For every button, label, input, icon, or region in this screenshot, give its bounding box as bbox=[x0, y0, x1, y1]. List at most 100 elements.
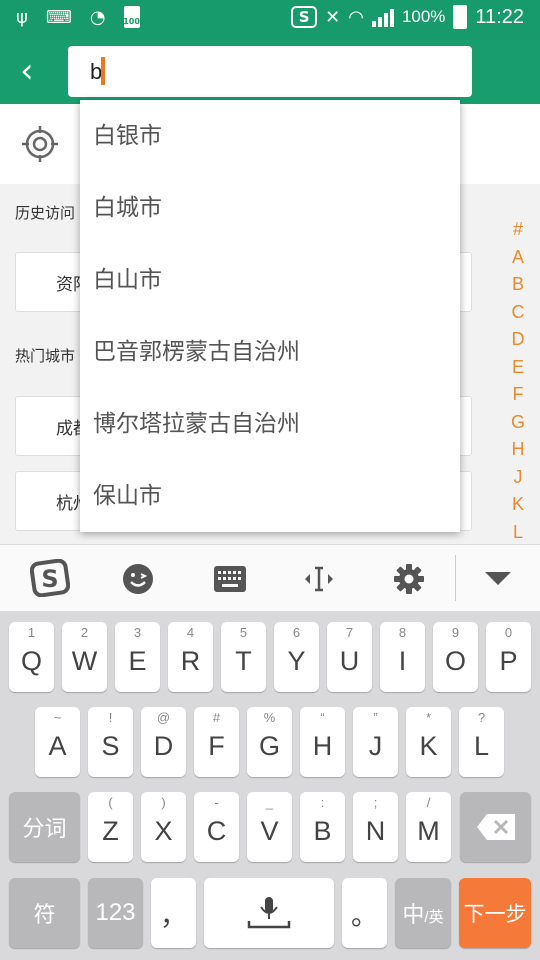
key-label: U bbox=[339, 645, 360, 676]
next-step-key[interactable]: 下一步 bbox=[459, 878, 531, 948]
battery-small-label: 100 bbox=[123, 17, 140, 26]
suggestion-dropdown: 白银市 白城市 白山市 巴音郭楞蒙古自治州 博尔塔拉蒙古自治州 保山市 bbox=[80, 100, 460, 532]
letter-key[interactable]: ! S bbox=[88, 707, 133, 777]
key-label: Z bbox=[102, 815, 119, 846]
keyboard-icon bbox=[214, 566, 246, 592]
index-letter[interactable]: J bbox=[514, 464, 523, 492]
language-switch-key[interactable]: 中/英 bbox=[395, 878, 451, 948]
letter-key[interactable]: “H bbox=[300, 707, 345, 777]
numeric-key[interactable]: 123 bbox=[88, 878, 143, 948]
keyboard: 1Q2W3E4R5T6Y7U8I9O0P ~ A! S @ D # F% G “H” J * K? L … bbox=[0, 611, 540, 960]
emoji-button[interactable] bbox=[120, 561, 156, 597]
letter-key[interactable]: -C bbox=[194, 792, 239, 862]
letter-key[interactable]: :B bbox=[300, 792, 345, 862]
index-letter[interactable]: K bbox=[512, 491, 524, 519]
index-letter[interactable]: B bbox=[512, 271, 524, 299]
cursor-move-button[interactable] bbox=[301, 561, 337, 597]
letter-key[interactable]: 5T bbox=[221, 622, 266, 692]
key-hint: ~ bbox=[53, 710, 62, 725]
battery-small-icon: 100 bbox=[123, 6, 140, 28]
sogou-logo-button[interactable]: S bbox=[28, 558, 72, 598]
key-hint: : bbox=[320, 795, 325, 810]
key-hint: 6 bbox=[292, 625, 301, 640]
history-label: 历史访问 bbox=[15, 204, 76, 222]
wifi-icon: ◠ bbox=[348, 6, 364, 28]
letter-key[interactable]: ” J bbox=[353, 707, 398, 777]
back-button[interactable]: ‹ bbox=[20, 54, 50, 90]
toolbar-divider bbox=[455, 555, 456, 601]
index-letter[interactable]: L bbox=[513, 519, 523, 547]
letter-key[interactable]: 3E bbox=[115, 622, 160, 692]
letter-key[interactable]: ) X bbox=[141, 792, 186, 862]
key-hint: 2 bbox=[80, 625, 89, 640]
hide-keyboard-button[interactable] bbox=[480, 561, 516, 597]
key-hint: _ bbox=[265, 795, 274, 810]
index-letter[interactable]: H bbox=[512, 436, 525, 464]
next-step-label: 下一步 bbox=[463, 903, 527, 926]
letter-key[interactable]: / M bbox=[406, 792, 451, 862]
key-hint: 9 bbox=[451, 625, 460, 640]
letter-key[interactable]: 8I bbox=[380, 622, 425, 692]
index-letter[interactable]: G bbox=[511, 409, 525, 437]
suggestion-item[interactable]: 白城市 bbox=[80, 172, 460, 244]
letter-key[interactable]: ? L bbox=[459, 707, 504, 777]
letter-key[interactable]: ; N bbox=[353, 792, 398, 862]
key-label: A bbox=[48, 730, 67, 761]
alphabet-index[interactable]: # A B C D E F G H J K L bbox=[510, 216, 526, 546]
key-label: Y bbox=[287, 645, 306, 676]
index-letter[interactable]: A bbox=[512, 244, 524, 272]
letter-key[interactable]: 9O bbox=[433, 622, 478, 692]
key-hint: 3 bbox=[133, 625, 142, 640]
letter-key[interactable]: ~ A bbox=[35, 707, 80, 777]
segment-key-label: 分词 bbox=[22, 816, 67, 841]
index-letter[interactable]: C bbox=[512, 299, 525, 327]
letter-key[interactable]: % G bbox=[247, 707, 292, 777]
letter-key[interactable]: 2W bbox=[62, 622, 107, 692]
segment-key[interactable]: 分词 bbox=[9, 792, 80, 862]
letter-key[interactable]: 7U bbox=[327, 622, 372, 692]
chevron-left-icon: ‹ bbox=[20, 51, 34, 91]
search-box[interactable] bbox=[68, 46, 472, 97]
key-label: E bbox=[128, 645, 147, 676]
symbol-key-label: 符 bbox=[33, 902, 56, 927]
key-label: V bbox=[260, 815, 279, 846]
suggestion-item[interactable]: 巴音郭楞蒙古自治州 bbox=[80, 316, 460, 388]
letter-key[interactable]: 0P bbox=[486, 622, 531, 692]
key-hint: ) bbox=[161, 795, 166, 810]
letter-key[interactable]: 6Y bbox=[274, 622, 319, 692]
index-letter[interactable]: E bbox=[512, 354, 524, 382]
suggestion-item[interactable]: 博尔塔拉蒙古自治州 bbox=[80, 388, 460, 460]
key-hint: % bbox=[263, 710, 276, 725]
key-hint: ( bbox=[108, 795, 113, 810]
index-letter[interactable]: D bbox=[512, 326, 525, 354]
symbol-key[interactable]: 符 bbox=[9, 878, 80, 948]
signal-icon bbox=[371, 7, 394, 27]
keyboard-switch-button[interactable] bbox=[212, 561, 248, 597]
letter-key[interactable]: # F bbox=[194, 707, 239, 777]
backspace-key[interactable] bbox=[460, 792, 531, 862]
settings-button[interactable] bbox=[391, 561, 427, 597]
letter-key[interactable]: @ D bbox=[141, 707, 186, 777]
search-input[interactable] bbox=[68, 46, 472, 97]
letter-key[interactable]: 1Q bbox=[9, 622, 54, 692]
key-label: K bbox=[419, 730, 438, 761]
index-letter[interactable]: F bbox=[513, 381, 524, 409]
letter-key[interactable]: * K bbox=[406, 707, 451, 777]
clock: 11:22 bbox=[475, 5, 524, 28]
space-key[interactable] bbox=[204, 878, 334, 948]
suggestion-item[interactable]: 保山市 bbox=[80, 460, 460, 532]
period-key[interactable]: 。 bbox=[342, 878, 387, 948]
letter-key[interactable]: 4R bbox=[168, 622, 213, 692]
suggestion-item[interactable]: 白银市 bbox=[80, 100, 460, 172]
key-label: B bbox=[313, 815, 332, 846]
letter-key[interactable]: _ V bbox=[247, 792, 292, 862]
key-label: I bbox=[398, 645, 407, 676]
app-bar: ‹ bbox=[0, 40, 540, 104]
text-caret bbox=[101, 57, 105, 85]
language-switch-label: 中/英 bbox=[402, 897, 443, 929]
suggestion-item[interactable]: 白山市 bbox=[80, 244, 460, 316]
comma-key[interactable]: ， bbox=[151, 878, 196, 948]
key-hint: 1 bbox=[27, 625, 36, 640]
index-letter[interactable]: # bbox=[513, 216, 523, 244]
letter-key[interactable]: (Z bbox=[88, 792, 133, 862]
